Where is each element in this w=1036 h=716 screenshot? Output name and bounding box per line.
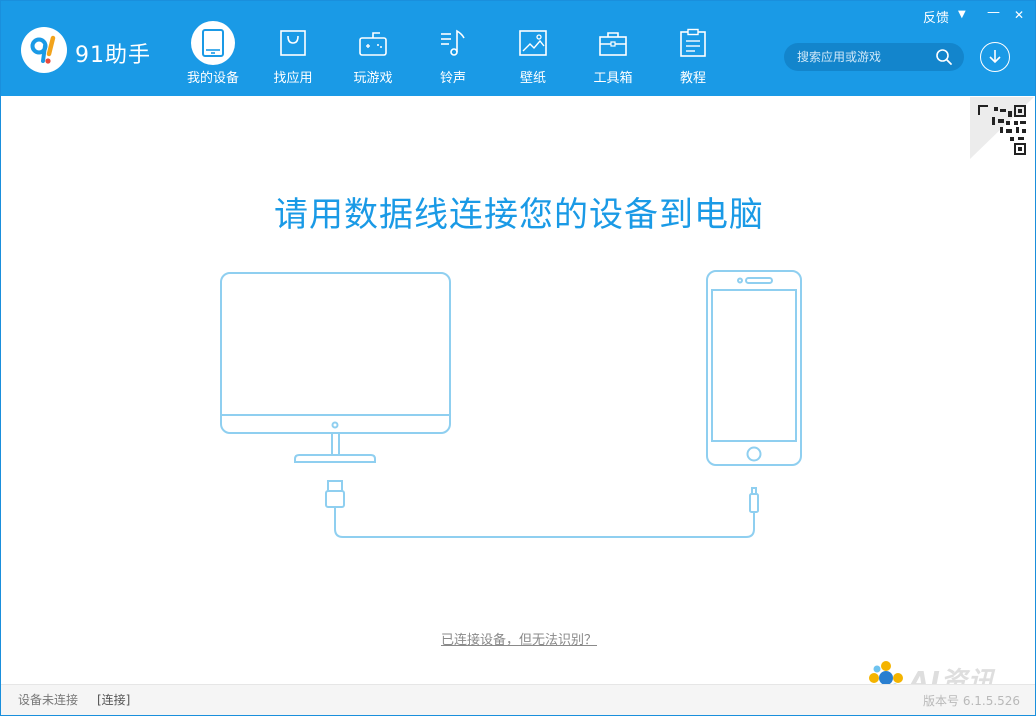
usb-plug-icon	[327, 480, 343, 492]
toolbox-icon	[591, 21, 635, 65]
nav-find-apps[interactable]: 找应用	[253, 1, 333, 96]
connect-link[interactable]: [连接]	[97, 691, 130, 708]
download-manager-button[interactable]	[980, 42, 1010, 72]
feedback-button[interactable]: 反馈	[923, 7, 949, 26]
connection-illustration	[220, 270, 802, 538]
download-arrow-icon	[989, 50, 1001, 64]
close-button[interactable]: ✕	[1014, 8, 1024, 22]
nav-label: 我的设备	[186, 71, 239, 86]
nav-wallpapers[interactable]: 壁纸	[493, 1, 573, 96]
nav-label: 玩游戏	[353, 71, 393, 86]
nav-my-device[interactable]: 我的设备	[173, 1, 253, 96]
status-bar: 设备未连接 [连接] 版本号 6.1.5.526	[1, 684, 1035, 715]
nav-toolbox[interactable]: 工具箱	[573, 1, 653, 96]
clipboard-icon	[671, 21, 715, 65]
nav-label: 壁纸	[519, 71, 546, 86]
app-window: 91助手 我的设备 找应用 玩游戏 铃声 壁纸 工具箱 教程 搜索应用或游戏 反…	[0, 0, 1036, 716]
nav-label: 铃声	[439, 71, 466, 86]
nav-tutorials[interactable]: 教程	[653, 1, 733, 96]
lightning-plug-icon	[749, 493, 759, 513]
device-not-recognized-link[interactable]: 已连接设备，但无法识别？	[1, 629, 1035, 648]
gamepad-icon	[351, 21, 395, 65]
header-bar: 91助手 我的设备 找应用 玩游戏 铃声 壁纸 工具箱 教程 搜索应用或游戏 反…	[1, 1, 1035, 96]
app-name: 91助手	[75, 43, 151, 68]
qr-code-icon	[970, 97, 1034, 159]
music-note-icon	[431, 21, 475, 65]
nav-ringtones[interactable]: 铃声	[413, 1, 493, 96]
minimize-button[interactable]: —	[987, 5, 1000, 20]
connection-status: 设备未连接	[18, 693, 79, 707]
qr-code-button[interactable]	[970, 97, 1034, 159]
monitor-icon	[220, 272, 451, 434]
shopping-bag-icon	[271, 21, 315, 65]
phone-icon	[706, 270, 802, 466]
chevron-down-icon[interactable]: ▼	[958, 9, 966, 20]
search-box	[784, 43, 964, 71]
app-logo	[21, 27, 67, 73]
nav-label: 教程	[679, 71, 706, 86]
tablet-icon	[191, 21, 235, 65]
search-input[interactable]	[797, 49, 937, 65]
version-label: 版本号 6.1.5.526	[923, 694, 1021, 708]
connect-instruction-title: 请用数据线连接您的设备到电脑	[274, 195, 764, 235]
nav-label: 工具箱	[593, 71, 633, 86]
nav-play-games[interactable]: 玩游戏	[333, 1, 413, 96]
nav-label: 找应用	[273, 71, 313, 86]
image-icon	[511, 21, 555, 65]
search-icon[interactable]	[935, 48, 953, 66]
